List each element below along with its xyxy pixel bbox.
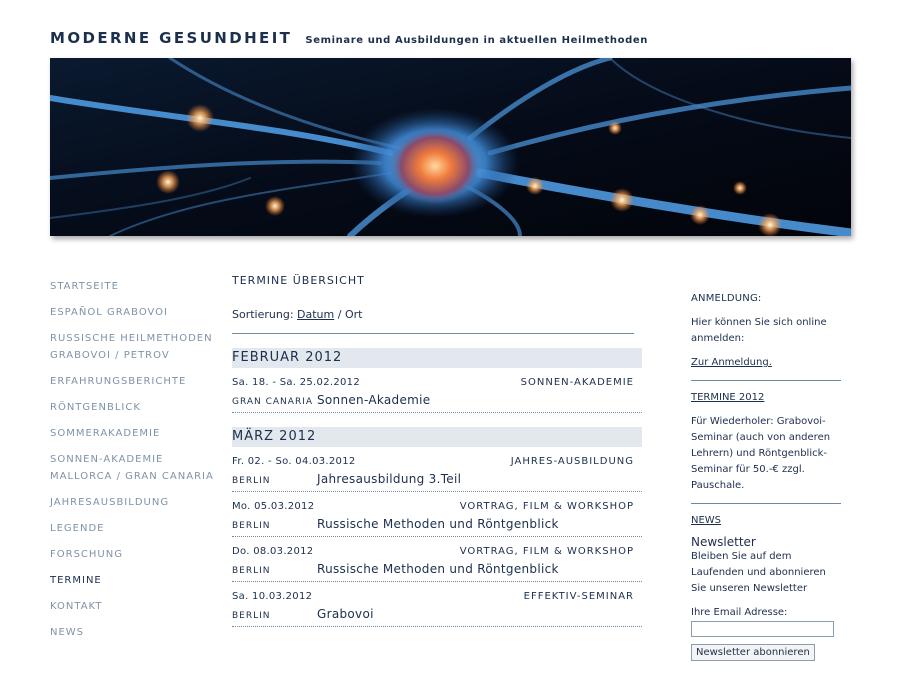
month-heading: MÄRZ 2012 [232, 427, 642, 447]
event-category: SONNEN-AKADEMIE [520, 377, 634, 388]
nav-item-label: RUSSISCHE HEILMETHODEN [50, 333, 213, 344]
nav-item-label: LEGENDE [50, 523, 105, 534]
nav-item[interactable]: STARTSEITE [50, 278, 220, 295]
sort-options: Sortierung: Datum / Ort [232, 308, 642, 321]
sort-label: Sortierung: [232, 308, 294, 321]
main-navigation: STARTSEITE ESPAÑOL GRABOVOI RUSSISCHE HEIL… [50, 278, 220, 650]
sort-separator: / [337, 308, 342, 321]
event-date: Fr. 02. - So. 04.03.2012 [232, 456, 356, 467]
month-heading: FEBRUAR 2012 [232, 348, 642, 368]
event-row: Do. 08.03.2012 VORTRAG, FILM & WORKSHOP BE… [232, 537, 642, 582]
nav-item[interactable]: RÖNTGENBLICK [50, 399, 220, 416]
nav-item[interactable]: TERMINE [50, 572, 220, 589]
nav-item[interactable]: JAHRESAUSBILDUNG [50, 494, 220, 511]
header-banner-image [50, 58, 851, 236]
event-category: VORTRAG, FILM & WORKSHOP [459, 546, 634, 557]
event-category: VORTRAG, FILM & WORKSHOP [459, 501, 634, 512]
nav-item-label: RÖNTGENBLICK [50, 402, 141, 413]
nav-item-label: SONNEN-AKADEMIE [50, 454, 164, 465]
nav-item-label: KONTAKT [50, 601, 103, 612]
event-location: BERLIN [232, 521, 271, 531]
nav-item[interactable]: KONTAKT [50, 598, 220, 615]
email-input[interactable] [691, 621, 834, 637]
event-title-link[interactable]: Russische Methoden und Röntgenblick [317, 517, 559, 531]
site-header: MODERNE GESUNDHEIT Seminare und Ausbildu… [50, 28, 648, 47]
event-row: Sa. 18. - Sa. 25.02.2012 SONNEN-AKADEMIE G… [232, 368, 642, 413]
nav-item[interactable]: ESPAÑOL GRABOVOI [50, 304, 220, 321]
event-location: BERLIN [232, 476, 271, 486]
termine-2012-link[interactable]: TERMINE 2012 [691, 392, 764, 403]
site-tagline: Seminare und Ausbildungen in aktuellen H… [305, 35, 648, 46]
event-date: Sa. 18. - Sa. 25.02.2012 [232, 377, 360, 388]
nav-item-label: ESPAÑOL GRABOVOI [50, 307, 168, 318]
newsletter-title: Newsletter [691, 535, 756, 549]
right-sidebar: ANMELDUNG: Hier können Sie sich online a… [691, 291, 841, 661]
nav-item-label: JAHRESAUSBILDUNG [50, 497, 170, 508]
nav-item-label: TERMINE [50, 575, 102, 586]
site-title[interactable]: MODERNE GESUNDHEIT [50, 29, 292, 47]
nav-item-label: FORSCHUNG [50, 549, 123, 560]
registration-text: Hier können Sie sich online anmelden: [691, 317, 827, 344]
email-label: Ihre Email Adresse: [691, 607, 788, 618]
nav-item-label-line2: MALLORCA / GRAN CANARIA [50, 471, 214, 482]
registration-link[interactable]: Zur Anmeldung. [691, 357, 772, 368]
event-title-link[interactable]: Russische Methoden und Röntgenblick [317, 562, 559, 576]
registration-heading: ANMELDUNG: [691, 293, 762, 304]
events-overview: TERMINE ÜBERSICHT Sortierung: Datum / Or… [232, 274, 642, 627]
divider [232, 333, 634, 334]
nav-item[interactable]: LEGENDE [50, 520, 220, 537]
divider [691, 503, 841, 504]
nav-item-label-line2: GRABOVOI / PETROV [50, 350, 170, 361]
news-link[interactable]: NEWS [691, 515, 721, 526]
event-location: BERLIN [232, 611, 271, 621]
divider [691, 380, 841, 381]
event-location: GRAN CANARIA [232, 397, 314, 407]
event-row: Mo. 05.03.2012 VORTRAG, FILM & WORKSHOP BE… [232, 492, 642, 537]
event-date: Do. 08.03.2012 [232, 546, 314, 557]
event-title-link[interactable]: Jahresausbildung 3.Teil [317, 472, 461, 486]
event-title-link[interactable]: Sonnen-Akademie [317, 393, 430, 407]
nav-item[interactable]: NEWS [50, 624, 220, 641]
nav-item[interactable]: FORSCHUNG [50, 546, 220, 563]
event-row: Fr. 02. - So. 04.03.2012 JAHRES-AUSBILDUN… [232, 447, 642, 492]
nav-item[interactable]: SOMMERAKADEMIE [50, 425, 220, 442]
event-row: Sa. 10.03.2012 EFFEKTIV-SEMINAR BERLIN Grab… [232, 582, 642, 627]
event-date: Sa. 10.03.2012 [232, 591, 313, 602]
nav-item-label: SOMMERAKADEMIE [50, 428, 161, 439]
page-title: TERMINE ÜBERSICHT [232, 274, 365, 287]
nav-item[interactable]: SONNEN-AKADEMIE MALLORCA / GRAN CANARIA [50, 451, 220, 485]
event-title-link[interactable]: Grabovoi [317, 607, 374, 621]
event-date: Mo. 05.03.2012 [232, 501, 315, 512]
event-category: JAHRES-AUSBILDUNG [510, 456, 634, 467]
nav-item[interactable]: RUSSISCHE HEILMETHODEN GRABOVOI / PETROV [50, 330, 220, 364]
nav-item-label: NEWS [50, 627, 85, 638]
nav-item[interactable]: ERFAHRUNGSBERICHTE [50, 373, 220, 390]
sort-by-date-link[interactable]: Datum [297, 308, 334, 321]
termine-info-text: Für Wiederholer: Grabovoi-Seminar (auch … [691, 416, 831, 491]
newsletter-text: Bleiben Sie auf dem Laufenden und abonni… [691, 551, 826, 594]
newsletter-subscribe-button[interactable]: Newsletter abonnieren [691, 644, 815, 661]
event-category: EFFEKTIV-SEMINAR [523, 591, 634, 602]
nav-item-label: ERFAHRUNGSBERICHTE [50, 376, 187, 387]
sort-by-location-link[interactable]: Ort [345, 308, 363, 321]
nav-item-label: STARTSEITE [50, 281, 119, 292]
event-location: BERLIN [232, 566, 271, 576]
